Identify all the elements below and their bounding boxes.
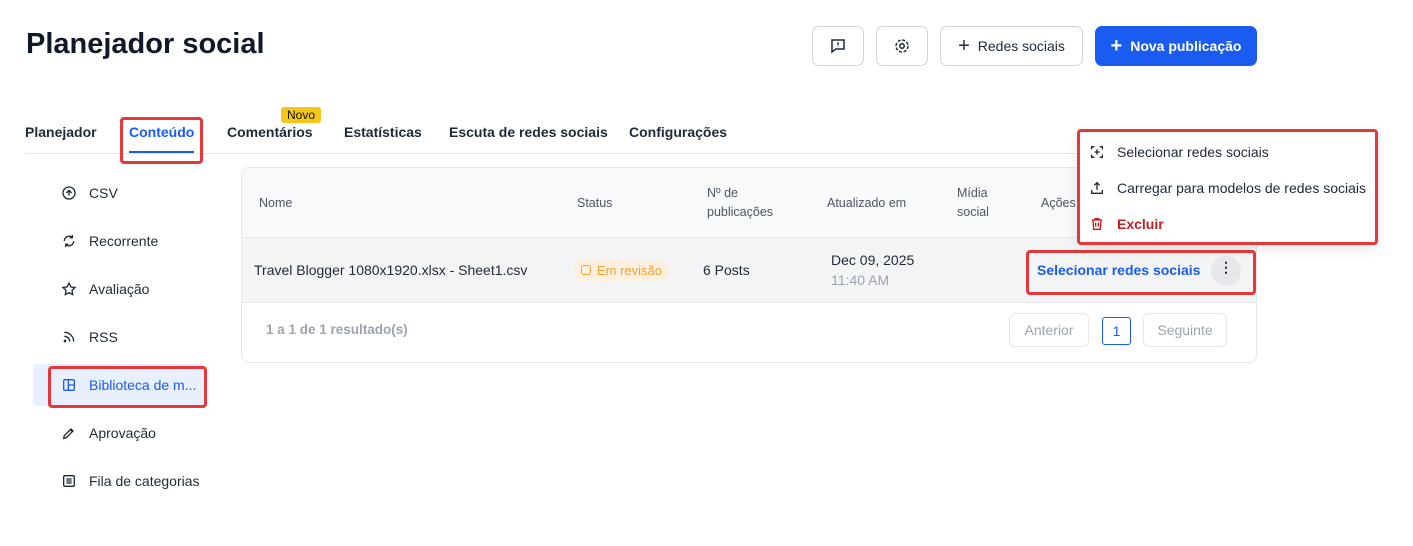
tab-comentarios[interactable]: Comentários [227,124,313,140]
list-icon [63,475,75,487]
rss-icon [63,331,75,343]
col-updated: Atualizado em [827,196,907,210]
sidebar-item-recorrente[interactable]: Recorrente [33,220,205,262]
tab-configuracoes[interactable]: Configurações [629,124,727,140]
gear-icon [895,39,909,53]
highlight-box [1026,250,1256,295]
highlight-box [1077,129,1378,245]
plus-icon: + [1110,34,1123,57]
social-networks-label: Redes sociais [977,38,1065,54]
feedback-button[interactable] [812,26,864,66]
new-badge: Novo [281,107,322,123]
col-status: Status [577,196,613,210]
sidebar-label: CSV [89,185,118,201]
updated-time: 11:40 AM [831,272,890,288]
new-post-button[interactable]: + Nova publicação [1095,26,1257,66]
tab-planejador[interactable]: Planejador [25,124,97,140]
file-name: Travel Blogger 1080x1920.xlsx - Sheet1.c… [254,262,528,278]
col-posts: Nº de publicações [707,186,774,219]
alert-icon [581,265,591,275]
next-page-button[interactable]: Seguinte [1143,313,1227,347]
prev-page-button[interactable]: Anterior [1009,313,1089,347]
page-1-button[interactable]: 1 [1102,317,1131,345]
tab-estatisticas[interactable]: Estatísticas [344,124,422,140]
page-title: Planejador social [26,28,265,60]
tabs-divider [25,153,1255,154]
sidebar-item-avaliacao[interactable]: Avaliação [33,268,205,310]
settings-button[interactable] [876,26,928,66]
sidebar-label: Avaliação [89,281,150,297]
pen-icon [62,428,74,440]
refresh-icon [63,235,75,247]
highlight-box [48,366,207,408]
sidebar-item-aprovacao[interactable]: Aprovação [33,412,205,454]
new-post-label: Nova publicação [1130,38,1242,54]
sidebar-item-rss[interactable]: RSS [33,316,205,358]
col-actions: Ações [1041,196,1076,210]
status-badge: Em revisão [573,259,671,281]
feedback-icon [831,39,845,54]
col-media: Mídia social [957,186,989,219]
sidebar-label: Aprovação [89,425,156,441]
sidebar-label: RSS [89,329,118,345]
updated-date: Dec 09, 2025 [831,252,915,268]
results-summary: 1 a 1 de 1 resultado(s) [266,322,408,337]
social-networks-button[interactable]: + Redes sociais [940,26,1083,66]
plus-icon: + [958,34,970,57]
post-count: 6 Posts [703,262,750,278]
col-name: Nome [259,196,293,210]
sidebar-label: Recorrente [89,233,159,249]
star-icon [61,281,77,296]
tab-escuta[interactable]: Escuta de redes sociais [449,124,608,140]
sidebar-label: Fila de categorias [89,473,200,489]
upload-circle-icon [62,186,76,200]
highlight-box [120,117,203,164]
sidebar-item-fila[interactable]: Fila de categorias [33,460,205,502]
sidebar-item-csv[interactable]: CSV [33,172,205,214]
